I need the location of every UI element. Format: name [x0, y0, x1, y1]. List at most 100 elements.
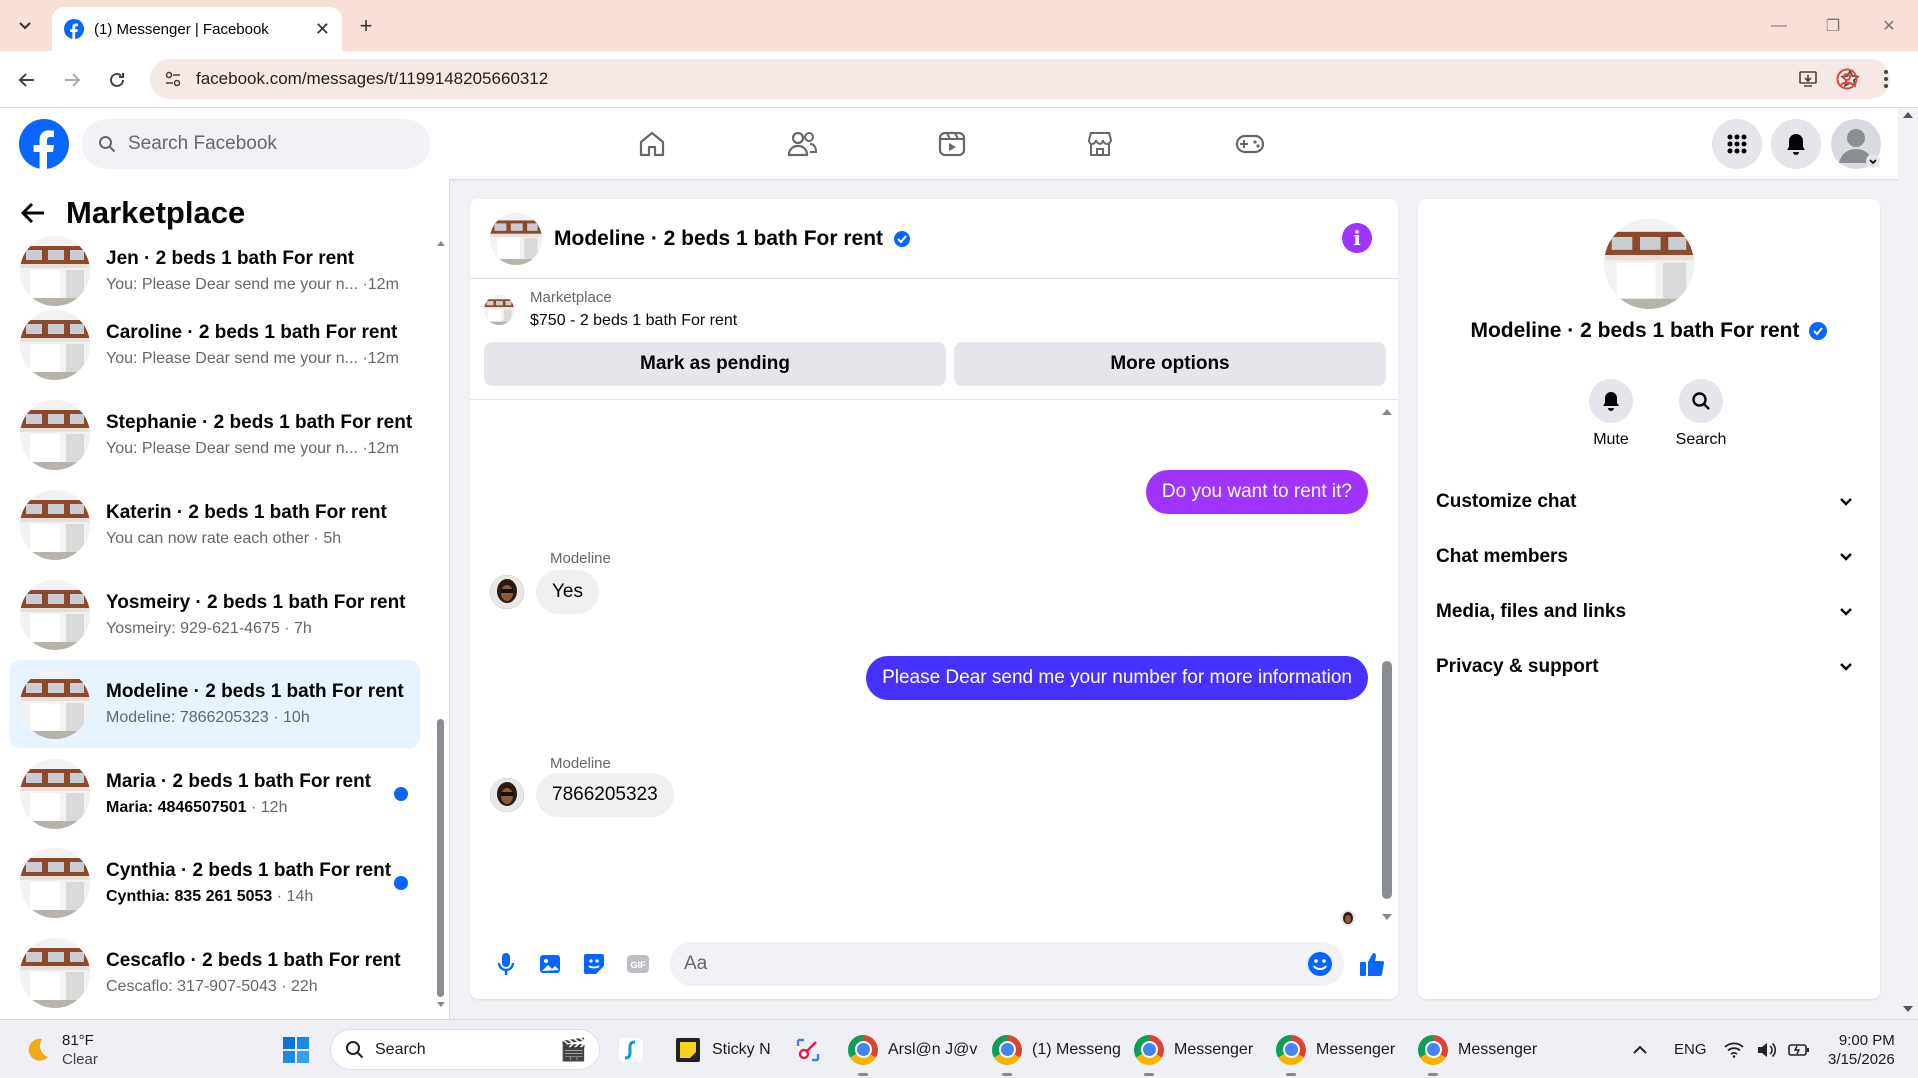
panel-title: Marketplace	[66, 195, 246, 230]
chat-avatar[interactable]	[490, 212, 542, 265]
section-customize-chat[interactable]: Customize chat	[1436, 475, 1862, 529]
conversation-item[interactable]: Yosmeiry · 2 beds 1 bath For rent Yosmeir…	[10, 571, 420, 659]
scroll-up-icon[interactable]	[1380, 407, 1394, 417]
profile-avatar[interactable]	[1604, 219, 1694, 309]
close-window-button[interactable]: ✕	[1874, 12, 1904, 40]
outgoing-message[interactable]: Do you want to rent it?	[1145, 470, 1368, 514]
outgoing-message[interactable]: Please Dear send me your number for more…	[866, 656, 1368, 700]
mark-as-pending-button[interactable]: Mark as pending	[484, 342, 946, 386]
voice-clip-icon[interactable]	[484, 942, 528, 986]
taskbar-app-script[interactable]	[618, 1020, 644, 1078]
scrollbar-thumb[interactable]	[437, 719, 444, 997]
section-media-files-links[interactable]: Media, files and links	[1436, 585, 1862, 639]
emoji-icon[interactable]	[1298, 942, 1342, 986]
taskbar-app-chrome-3[interactable]: Messenger	[1134, 1020, 1253, 1078]
scroll-down-icon[interactable]	[436, 1001, 446, 1009]
search-in-conversation-button[interactable]: Search	[1661, 379, 1741, 449]
attach-photo-icon[interactable]	[528, 942, 572, 986]
site-info-icon[interactable]	[164, 70, 182, 88]
conversation-time: ·12m	[358, 276, 399, 293]
gif-icon[interactable]: GIF	[616, 942, 660, 986]
listing-summary[interactable]: Marketplace $750 - 2 beds 1 bath For ren…	[484, 289, 737, 330]
profile-icon[interactable]	[1836, 68, 1858, 90]
nav-watch[interactable]	[930, 122, 974, 166]
conversation-item[interactable]: Caroline · 2 beds 1 bath For rent You: Pl…	[10, 301, 420, 389]
new-tab-button[interactable]: +	[352, 12, 380, 40]
scroll-down-icon[interactable]	[1898, 1004, 1918, 1016]
start-button[interactable]	[282, 1020, 310, 1078]
battery-icon	[1788, 1043, 1809, 1056]
weather-widget[interactable]: 81°F Clear	[22, 1020, 98, 1078]
url-text: facebook.com/messages/t/1199148205660312	[196, 69, 549, 88]
browser-tab[interactable]: (1) Messenger | Facebook ✕	[52, 7, 342, 51]
taskbar-search[interactable]: Search 🎬	[330, 1029, 600, 1070]
nav-friends[interactable]	[780, 122, 824, 166]
conversation-text: Stephanie · 2 beds 1 bath For rent You: P…	[106, 412, 420, 458]
back-arrow-icon[interactable]	[20, 201, 46, 225]
notifications-button[interactable]	[1771, 119, 1821, 169]
sender-avatar[interactable]	[490, 778, 524, 812]
nav-home[interactable]	[630, 122, 674, 166]
more-options-button[interactable]: More options	[954, 342, 1386, 386]
taskbar-app-label: Messenger	[1458, 1040, 1538, 1058]
system-tray[interactable]	[1724, 1020, 1810, 1078]
scroll-up-icon[interactable]	[1898, 108, 1918, 120]
forward-button[interactable]	[55, 63, 89, 97]
taskbar-app-snipping-tool[interactable]	[794, 1020, 822, 1078]
verified-badge-icon	[894, 230, 911, 247]
search-input[interactable]	[128, 133, 388, 155]
nav-gaming[interactable]	[1228, 122, 1272, 166]
conversation-info-icon[interactable]: i	[1342, 223, 1372, 253]
close-tab-icon[interactable]: ✕	[315, 19, 330, 40]
menu-button[interactable]	[1712, 119, 1762, 169]
browser-menu-icon[interactable]	[1882, 68, 1890, 90]
facebook-logo-icon[interactable]	[18, 118, 70, 170]
restore-button[interactable]: ❐	[1818, 12, 1848, 40]
scroll-up-icon[interactable]	[436, 239, 446, 247]
taskbar-app-chrome-1[interactable]: Arsl@n J@v	[848, 1020, 977, 1078]
back-button[interactable]	[10, 63, 44, 97]
incoming-message[interactable]: 7866205323	[536, 773, 674, 817]
input-language[interactable]: ENG	[1674, 1020, 1707, 1078]
section-privacy-support[interactable]: Privacy & support	[1436, 640, 1862, 694]
conversation-item[interactable]: Maria · 2 beds 1 bath For rent Maria: 484…	[10, 750, 420, 838]
conversation-name: Stephanie · 2 beds 1 bath For rent	[106, 412, 413, 433]
conversation-time: · 5h	[309, 530, 342, 547]
volume-icon	[1758, 1042, 1776, 1057]
scrollbar-thumb[interactable]	[1382, 661, 1392, 899]
chevron-up-icon	[1633, 1045, 1647, 1054]
chat-title[interactable]: Modeline · 2 beds 1 bath For rent	[554, 227, 883, 251]
sender-avatar[interactable]	[490, 575, 524, 609]
taskbar-app-chrome-4[interactable]: Messenger	[1276, 1020, 1395, 1078]
mute-button[interactable]: Mute	[1571, 379, 1651, 449]
script-app-icon	[619, 1037, 643, 1062]
section-chat-members[interactable]: Chat members	[1436, 530, 1862, 584]
conversation-item[interactable]: Stephanie · 2 beds 1 bath For rent You: P…	[10, 391, 420, 479]
taskbar-app-chrome-2[interactable]: (1) Messeng	[992, 1020, 1121, 1078]
conversation-item[interactable]: Cescaflo · 2 beds 1 bath For rent Cescafl…	[10, 929, 420, 1017]
page-scrollbar[interactable]	[1898, 108, 1918, 1019]
install-app-icon[interactable]	[1798, 69, 1818, 89]
conversation-time: · 10h	[268, 709, 310, 726]
like-button-icon[interactable]	[1350, 942, 1394, 986]
message-input[interactable]	[670, 942, 1344, 986]
nav-marketplace[interactable]	[1078, 122, 1122, 166]
clock[interactable]: 9:00 PM 3/15/2026	[1828, 1020, 1895, 1078]
conversation-item[interactable]: Modeline · 2 beds 1 bath For rent Modelin…	[10, 660, 420, 748]
show-hidden-icons[interactable]	[1632, 1020, 1648, 1078]
taskbar-app-sticky-notes[interactable]: Sticky N	[674, 1020, 771, 1078]
sticker-icon[interactable]	[572, 942, 616, 986]
listing-thumbnail	[20, 400, 90, 470]
scroll-down-icon[interactable]	[1380, 912, 1394, 922]
facebook-search[interactable]	[82, 119, 430, 169]
minimize-button[interactable]: —	[1764, 12, 1794, 40]
conversation-preview-row: Yosmeiry: 929-621-4675 · 7h	[106, 620, 420, 638]
conversation-item[interactable]: Cynthia · 2 beds 1 bath For rent Cynthia:…	[10, 839, 420, 927]
taskbar-app-chrome-5[interactable]: Messenger	[1418, 1020, 1537, 1078]
omnibox[interactable]: facebook.com/messages/t/1199148205660312	[150, 59, 1890, 99]
incoming-message[interactable]: Yes	[536, 570, 599, 614]
reload-button[interactable]	[100, 63, 134, 97]
account-button[interactable]	[1831, 119, 1881, 169]
tab-search-button[interactable]	[10, 12, 40, 40]
conversation-item[interactable]: Katerin · 2 beds 1 bath For rent You can …	[10, 481, 420, 569]
